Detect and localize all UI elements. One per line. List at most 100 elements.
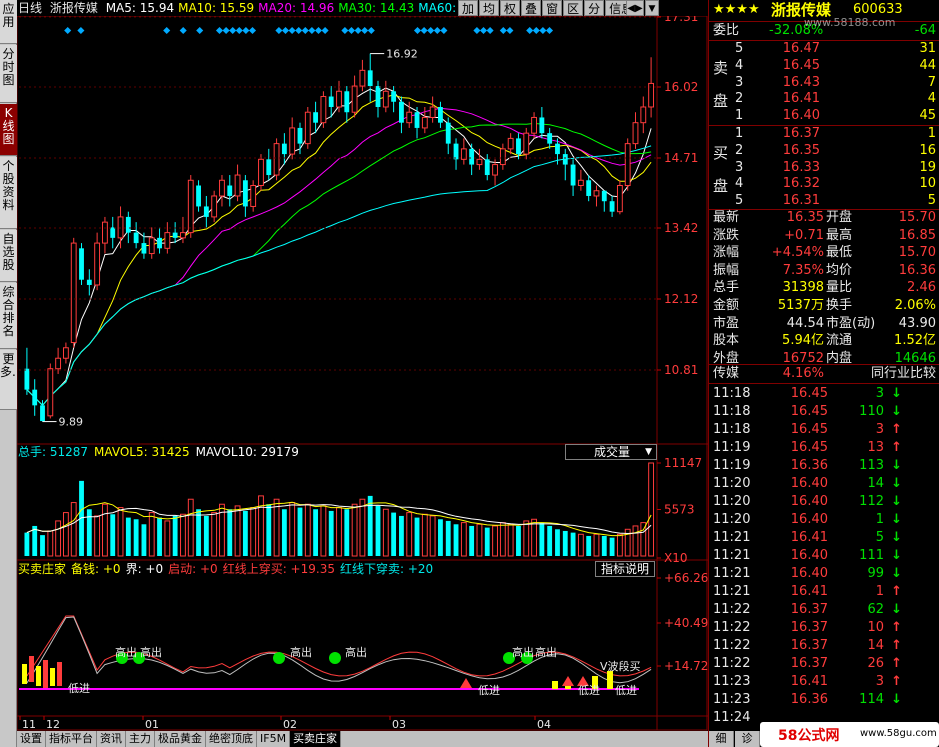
candle-body	[601, 190, 607, 202]
volume-dropdown[interactable]: 成交量 ▼	[565, 444, 657, 460]
indicator-bar	[607, 671, 613, 689]
left-tab-2[interactable]: K线图	[0, 104, 17, 156]
candle-body	[234, 174, 241, 197]
volume-bar	[406, 512, 413, 557]
candle-body	[632, 122, 639, 145]
tick-price: 16.37	[790, 656, 828, 671]
candle-body	[196, 185, 201, 207]
candle-body	[414, 112, 420, 128]
volume-bar	[141, 524, 147, 556]
quote-bottom-tab-1[interactable]: 诊	[735, 731, 760, 747]
bottom-tab-3[interactable]: 主力	[126, 731, 155, 747]
toolbar-button-1[interactable]: 均	[479, 0, 500, 16]
volume-bar	[196, 509, 201, 556]
candle-body	[344, 91, 350, 113]
toolbar-button-0[interactable]: 加	[458, 0, 479, 16]
signal-diamond	[479, 26, 488, 35]
indicator-tick-label: +66.26	[664, 571, 708, 585]
buy-triangle-icon	[460, 678, 472, 688]
industry-compare-button[interactable]: 同行业比较	[871, 366, 936, 382]
site-watermark: www.58188.com	[804, 16, 896, 29]
ask-volume: 7	[927, 74, 936, 90]
candle-body	[351, 85, 358, 113]
quote-panel: ★★★★ 浙报传媒 600633 委比 -32.08% -64 5 16.47 31 4 16.45…	[708, 0, 939, 747]
bottom-tab-0[interactable]: 设置	[17, 731, 46, 747]
period-label[interactable]: 日线	[18, 1, 42, 15]
left-tab-4[interactable]: 自选股	[0, 230, 17, 282]
indicator-signal-label: 低进	[478, 684, 500, 697]
left-tab-0[interactable]: 应用	[0, 0, 17, 44]
signal-diamond	[215, 26, 224, 35]
bid-row: 1 16.37 1	[709, 126, 939, 142]
toolbar-button-5[interactable]: 区	[563, 0, 584, 16]
candle-body	[266, 159, 272, 176]
arrow-down-icon: ↓	[891, 458, 902, 473]
volume-bar	[24, 532, 30, 556]
price-tick-label: 10.81	[664, 363, 698, 377]
arrow-down-icon: ↓	[891, 602, 902, 617]
candle-body	[367, 70, 373, 87]
stat-value: 5137万	[777, 298, 824, 313]
bottom-tab-2[interactable]: 资讯	[97, 731, 126, 747]
arrow-up-icon: ↑	[891, 584, 902, 599]
toolbar-more-icon[interactable]: ◀▶	[626, 0, 644, 16]
stat-value: 15.70	[898, 210, 936, 225]
left-tab-5[interactable]: 综合排名	[0, 283, 17, 349]
quote-bottom-tab-0[interactable]: 细	[709, 731, 734, 747]
tick-volume: 14	[867, 476, 884, 491]
volume-bar	[297, 507, 303, 556]
candle-body	[507, 137, 514, 150]
left-tab-1[interactable]: 分时图	[0, 45, 17, 103]
candle-body	[320, 96, 327, 124]
ask-level: 2	[735, 91, 744, 107]
candle-body	[273, 143, 280, 176]
toolbar-button-2[interactable]: 权	[500, 0, 521, 16]
kline-chart[interactable]: 17.31 16.02 14.71 13.42 12.12 10.81 16.92 9.89…	[17, 16, 708, 731]
tick-price: 16.40	[790, 548, 828, 563]
volume-bar	[234, 505, 241, 557]
left-tab-6[interactable]: 更多..	[0, 350, 20, 410]
candle-body	[55, 357, 62, 370]
toolbar-button-3[interactable]: 叠	[521, 0, 542, 16]
bid-level: 3	[735, 159, 744, 175]
volume-bar	[648, 462, 655, 557]
bottom-tab-4[interactable]: 极品黄金	[155, 731, 206, 747]
bottom-tab-1[interactable]: 指标平台	[46, 731, 97, 747]
tick-row: 11:21 16.40 111 ↓	[709, 548, 939, 564]
toolbar-button-4[interactable]: 窗	[542, 0, 563, 16]
stat-label: 最高	[826, 227, 853, 243]
tick-row: 11:21 16.40 99 ↓	[709, 566, 939, 582]
signal-diamond	[321, 26, 329, 35]
dropdown-arrow-icon[interactable]: ▼	[645, 0, 659, 16]
volume-bar	[164, 520, 171, 557]
ma-legend-item: MA10: 15.59	[178, 1, 255, 15]
candle-body	[586, 180, 592, 196]
signal-diamond	[314, 26, 323, 35]
volume-bar	[632, 525, 639, 557]
bottom-tab-5[interactable]: 绝密顶底	[206, 731, 257, 747]
bid-row: 5 16.31 5	[709, 193, 939, 209]
signal-diamond	[248, 26, 257, 35]
indicator-explain-button[interactable]: 指标说明	[595, 561, 655, 577]
tick-time: 11:19	[713, 458, 751, 473]
indicator-tick-label: +40.49	[664, 616, 708, 630]
bottom-tab-7[interactable]: 买卖庄家	[290, 731, 342, 747]
indicator-legend-item: 买卖庄家	[18, 562, 67, 576]
tick-time: 11:20	[713, 512, 751, 527]
toolbar-button-6[interactable]: 分	[584, 0, 605, 16]
chart-frame	[17, 16, 708, 731]
bid-price: 16.35	[782, 142, 820, 158]
tick-time: 11:21	[713, 548, 751, 563]
arrow-down-icon: ↓	[891, 494, 902, 509]
left-tab-3[interactable]: 个股资料	[0, 157, 17, 229]
stat-value: 16.35	[786, 210, 824, 225]
tick-time: 11:24	[713, 710, 751, 725]
tick-price: 16.40	[790, 494, 828, 509]
indicator-legend-item: 界: +0	[125, 562, 164, 576]
ma-legend: MA5: 15.94 MA10: 15.59 MA20: 14.96 MA30: 14…	[106, 1, 499, 15]
bottom-tab-6[interactable]: IF5M	[257, 731, 291, 747]
candle-body	[336, 90, 342, 108]
ask-level: 1	[735, 108, 744, 124]
candle-body	[79, 248, 84, 280]
candle-body	[289, 127, 296, 155]
